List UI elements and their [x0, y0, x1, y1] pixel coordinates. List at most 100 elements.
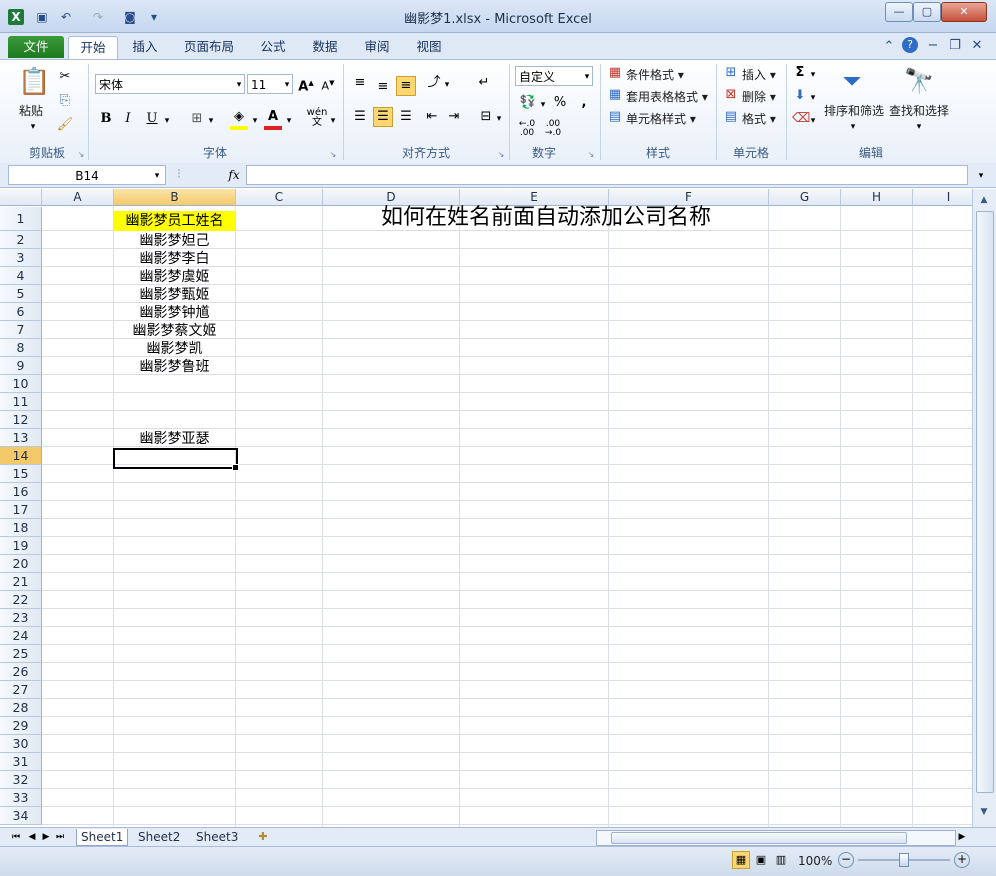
row-header-1[interactable]: 1 — [0, 207, 42, 231]
orientation-icon[interactable]: ⤴ — [424, 74, 444, 92]
autosum-icon[interactable]: Σ — [792, 64, 808, 82]
row-header-11[interactable]: 11 — [0, 393, 42, 411]
page-layout-view-icon[interactable]: ▣ — [752, 851, 770, 869]
row-header-22[interactable]: 22 — [0, 591, 42, 609]
tab-review[interactable]: 审阅 — [356, 36, 398, 58]
font-launcher-icon[interactable]: ↘ — [328, 146, 338, 164]
clear-icon[interactable]: ⌫ — [792, 110, 810, 128]
cell-b4[interactable]: 幽影梦虞姬 — [114, 268, 235, 286]
cell-b6[interactable]: 幽影梦钟馗 — [114, 304, 235, 322]
merge-center-icon[interactable]: ⊟ — [476, 108, 496, 126]
cell-b9[interactable]: 幽影梦鲁班 — [114, 358, 235, 376]
tab-home[interactable]: 开始 — [68, 36, 118, 59]
row-header-3[interactable]: 3 — [0, 249, 42, 267]
find-select-dropdown-icon[interactable]: ▾ — [914, 118, 924, 136]
maximize-button[interactable]: ▢ — [913, 2, 941, 22]
font-name-dropdown-icon[interactable]: ▾ — [234, 76, 244, 94]
merge-dropdown-icon[interactable]: ▾ — [494, 110, 504, 128]
insert-sheet-icon[interactable]: ✚ — [254, 828, 272, 846]
tab-page-layout[interactable]: 页面布局 — [178, 36, 240, 58]
column-header-a[interactable]: A — [42, 189, 114, 206]
row-header-19[interactable]: 19 — [0, 537, 42, 555]
row-header-15[interactable]: 15 — [0, 465, 42, 483]
tab-view[interactable]: 视图 — [408, 36, 450, 58]
row-header-17[interactable]: 17 — [0, 501, 42, 519]
row-header-18[interactable]: 18 — [0, 519, 42, 537]
zoom-slider-thumb[interactable] — [899, 853, 909, 867]
cell-b1[interactable]: 幽影梦员工姓名 — [114, 211, 235, 231]
conditional-format-icon[interactable]: ▦ — [606, 64, 624, 82]
worksheet-grid[interactable]: A B C D E F G H I 1 2 3 4 5 6 7 8 9 10 11 12 13 14 15 1… — [0, 189, 972, 827]
paste-button[interactable]: 粘贴 — [19, 102, 43, 119]
fill-handle[interactable] — [232, 464, 239, 471]
format-cells-icon[interactable]: ▤ — [722, 108, 740, 126]
row-header-12[interactable]: 12 — [0, 411, 42, 429]
row-header-26[interactable]: 26 — [0, 663, 42, 681]
align-left-icon[interactable]: ☰ — [350, 108, 370, 126]
autosum-dropdown-icon[interactable]: ▾ — [808, 66, 818, 84]
minimize-button[interactable]: — — [885, 2, 913, 22]
doc-restore-icon[interactable]: ❐ — [948, 37, 962, 55]
find-select-icon[interactable]: 🔭 — [902, 64, 936, 98]
row-header-31[interactable]: 31 — [0, 753, 42, 771]
zoom-level[interactable]: 100% — [798, 854, 832, 868]
copy-icon[interactable]: ⎘ — [56, 92, 74, 110]
formula-input[interactable] — [246, 165, 968, 185]
row-header-8[interactable]: 8 — [0, 339, 42, 357]
row-header-30[interactable]: 30 — [0, 735, 42, 753]
sheet-tab-3[interactable]: Sheet3 — [192, 829, 242, 845]
cell-b7[interactable]: 幽影梦蔡文姬 — [114, 322, 235, 340]
currency-icon[interactable]: 💱 — [518, 94, 538, 112]
row-header-16[interactable]: 16 — [0, 483, 42, 501]
cell-b3[interactable]: 幽影梦李白 — [114, 250, 235, 268]
row-header-32[interactable]: 32 — [0, 771, 42, 789]
row-header-28[interactable]: 28 — [0, 699, 42, 717]
cell-styles-icon[interactable]: ▤ — [606, 108, 624, 126]
sheet-tab-2[interactable]: Sheet2 — [134, 829, 184, 845]
column-header-e[interactable]: E — [460, 189, 609, 206]
border-icon[interactable]: ⊞ — [188, 110, 206, 128]
next-sheet-icon[interactable]: ▶ — [40, 828, 52, 846]
horizontal-scrollbar[interactable] — [596, 830, 956, 846]
select-all-corner[interactable] — [0, 189, 42, 206]
column-header-h[interactable]: H — [841, 189, 913, 206]
row-header-7[interactable]: 7 — [0, 321, 42, 339]
tab-insert[interactable]: 插入 — [122, 36, 168, 58]
insert-cells-button[interactable]: 插入 ▾ — [742, 66, 776, 83]
selected-cell-b14[interactable] — [113, 448, 238, 469]
cell-d1[interactable]: 如何在姓名前面自动添加公司名称 — [323, 205, 769, 231]
format-painter-icon[interactable]: 🖌 — [56, 116, 74, 134]
insert-function-button[interactable]: fx — [224, 166, 244, 184]
fill-color-icon[interactable]: ◈ — [230, 108, 248, 130]
tab-file[interactable]: 文件 — [8, 36, 64, 58]
column-header-g[interactable]: G — [769, 189, 841, 206]
wrap-text-icon[interactable]: ↵ — [474, 74, 494, 92]
increase-indent-icon[interactable]: ⇥ — [444, 108, 464, 126]
format-cells-button[interactable]: 格式 ▾ — [742, 110, 776, 127]
percent-button[interactable]: % — [552, 94, 568, 112]
delete-cells-icon[interactable]: ⊠ — [722, 86, 740, 104]
scroll-thumb[interactable] — [976, 211, 994, 793]
row-header-13[interactable]: 13 — [0, 429, 42, 447]
vertical-scrollbar[interactable]: ▲ ▼ — [972, 189, 996, 827]
phonetic-guide-icon[interactable]: wén 文 — [305, 108, 329, 128]
tab-data[interactable]: 数据 — [304, 36, 346, 58]
cell-b8[interactable]: 幽影梦凯 — [114, 340, 235, 358]
decrease-decimal-icon[interactable]: .00 →.0 — [541, 120, 565, 138]
sort-filter-button[interactable]: 排序和筛选 — [823, 102, 885, 119]
doc-close-icon[interactable]: ✕ — [970, 37, 984, 55]
name-box-dropdown-icon[interactable]: ▾ — [152, 167, 162, 185]
format-as-table-button[interactable]: 套用表格格式 ▾ — [626, 88, 708, 105]
font-color-icon[interactable]: A — [264, 108, 282, 130]
align-center-icon[interactable]: ☰ — [373, 107, 393, 127]
fill-icon[interactable]: ⬇ — [792, 87, 808, 105]
paste-dropdown-icon[interactable]: ▾ — [28, 118, 38, 136]
currency-dropdown-icon[interactable]: ▾ — [538, 96, 548, 114]
orientation-dropdown-icon[interactable]: ▾ — [442, 76, 452, 94]
font-color-dropdown-icon[interactable]: ▾ — [284, 112, 294, 130]
underline-button[interactable]: U — [144, 110, 160, 128]
bold-button[interactable]: B — [98, 110, 114, 128]
row-header-9[interactable]: 9 — [0, 357, 42, 375]
cell-b13[interactable]: 幽影梦亚瑟 — [114, 430, 235, 448]
scroll-down-icon[interactable]: ▼ — [976, 803, 992, 821]
